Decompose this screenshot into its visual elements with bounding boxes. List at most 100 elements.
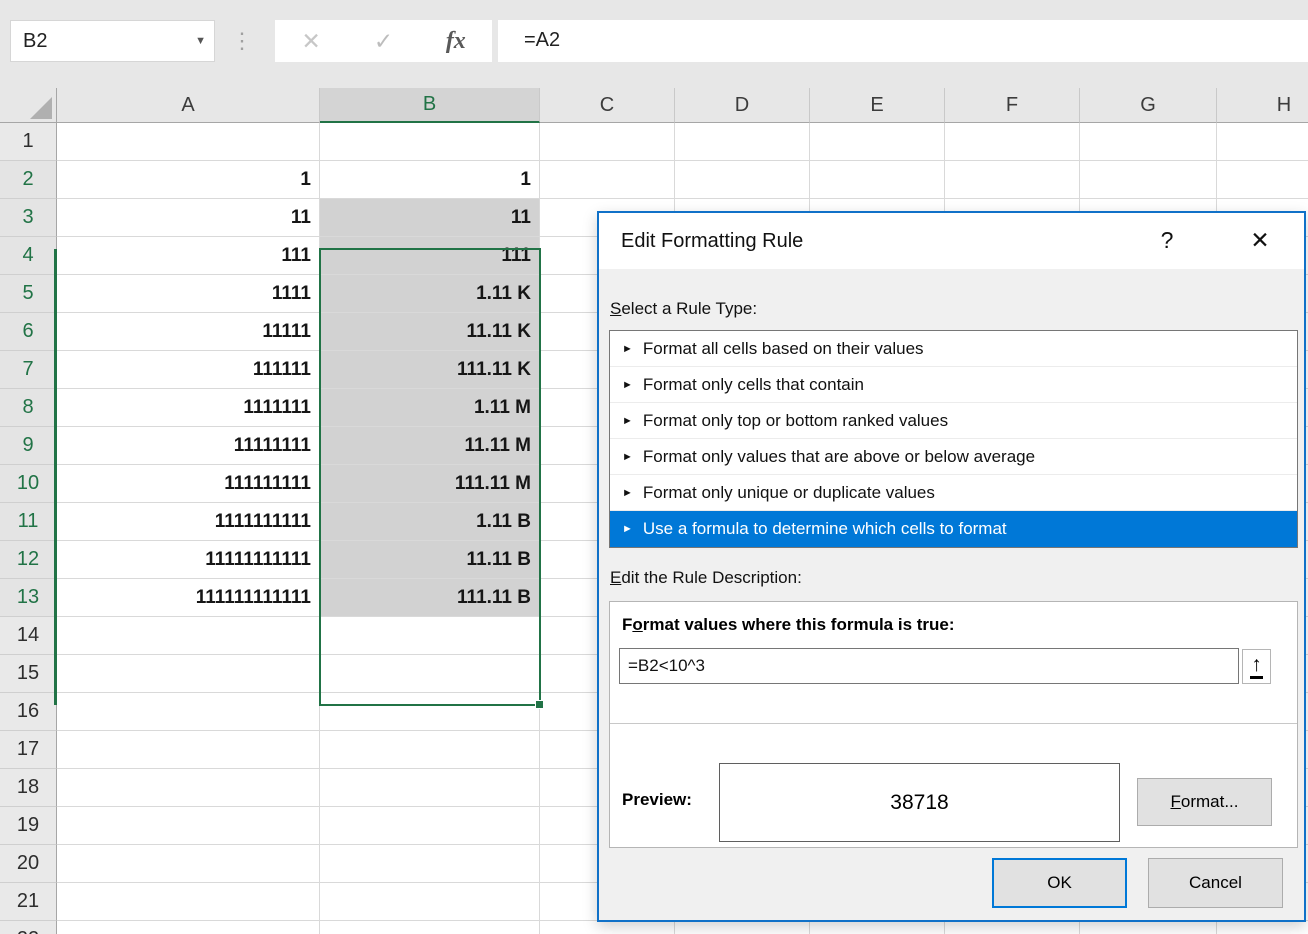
formula-bar-handle-icon[interactable]: ⋮ xyxy=(231,20,253,62)
cell-H1[interactable] xyxy=(1217,123,1308,161)
format-button[interactable]: Format... xyxy=(1137,778,1272,826)
row-header-14[interactable]: 14 xyxy=(0,617,57,655)
cell-A21[interactable] xyxy=(57,883,320,921)
cell-D1[interactable] xyxy=(675,123,810,161)
cell-A13[interactable]: 111111111111 xyxy=(57,579,320,617)
column-header-C[interactable]: C xyxy=(540,88,675,123)
cell-B8[interactable]: 1.11 M xyxy=(320,389,540,427)
cell-F22[interactable] xyxy=(945,921,1080,934)
row-header-6[interactable]: 6 xyxy=(0,313,57,351)
cell-A2[interactable]: 1 xyxy=(57,161,320,199)
cell-A11[interactable]: 1111111111 xyxy=(57,503,320,541)
rule-type-item-1[interactable]: ► Format only cells that contain xyxy=(610,367,1297,403)
cell-B5[interactable]: 1.11 K xyxy=(320,275,540,313)
dialog-titlebar[interactable]: Edit Formatting Rule ? ✕ xyxy=(599,213,1304,269)
column-header-D[interactable]: D xyxy=(675,88,810,123)
cell-A1[interactable] xyxy=(57,123,320,161)
cell-A14[interactable] xyxy=(57,617,320,655)
row-header-13[interactable]: 13 xyxy=(0,579,57,617)
cell-A8[interactable]: 1111111 xyxy=(57,389,320,427)
cell-E2[interactable] xyxy=(810,161,945,199)
cell-B15[interactable] xyxy=(320,655,540,693)
row-header-16[interactable]: 16 xyxy=(0,693,57,731)
column-header-B[interactable]: B xyxy=(320,88,540,123)
cell-B4[interactable]: 111 xyxy=(320,237,540,275)
collapse-dialog-button[interactable]: ↑ xyxy=(1242,649,1271,684)
cell-A12[interactable]: 11111111111 xyxy=(57,541,320,579)
row-header-4[interactable]: 4 xyxy=(0,237,57,275)
cell-B22[interactable] xyxy=(320,921,540,934)
column-header-E[interactable]: E xyxy=(810,88,945,123)
cell-H22[interactable] xyxy=(1217,921,1308,934)
cell-G1[interactable] xyxy=(1080,123,1217,161)
cell-A17[interactable] xyxy=(57,731,320,769)
cell-B2[interactable]: 1 xyxy=(320,161,540,199)
cell-C1[interactable] xyxy=(540,123,675,161)
cell-B20[interactable] xyxy=(320,845,540,883)
cell-A10[interactable]: 111111111 xyxy=(57,465,320,503)
cell-A20[interactable] xyxy=(57,845,320,883)
row-header-10[interactable]: 10 xyxy=(0,465,57,503)
row-header-9[interactable]: 9 xyxy=(0,427,57,465)
cell-B19[interactable] xyxy=(320,807,540,845)
rule-formula-input[interactable] xyxy=(619,648,1239,684)
row-header-18[interactable]: 18 xyxy=(0,769,57,807)
column-header-G[interactable]: G xyxy=(1080,88,1217,123)
cell-B14[interactable] xyxy=(320,617,540,655)
name-box-dropdown-icon[interactable]: ▼ xyxy=(195,21,206,61)
cell-G2[interactable] xyxy=(1080,161,1217,199)
cell-E22[interactable] xyxy=(810,921,945,934)
cell-F2[interactable] xyxy=(945,161,1080,199)
cell-B9[interactable]: 11.11 M xyxy=(320,427,540,465)
enter-entry-icon[interactable]: ✓ xyxy=(355,21,411,61)
column-header-H[interactable]: H xyxy=(1217,88,1308,123)
cell-A18[interactable] xyxy=(57,769,320,807)
rule-type-item-0[interactable]: ► Format all cells based on their values xyxy=(610,331,1297,367)
cell-C22[interactable] xyxy=(540,921,675,934)
cell-D22[interactable] xyxy=(675,921,810,934)
name-box[interactable]: ▼ xyxy=(10,20,215,62)
help-icon[interactable]: ? xyxy=(1152,213,1182,267)
row-header-22[interactable]: 22 xyxy=(0,921,57,934)
row-header-15[interactable]: 15 xyxy=(0,655,57,693)
row-header-19[interactable]: 19 xyxy=(0,807,57,845)
rule-type-item-5[interactable]: ► Use a formula to determine which cells … xyxy=(610,511,1297,547)
cell-B13[interactable]: 111.11 B xyxy=(320,579,540,617)
insert-function-icon[interactable]: fx xyxy=(428,21,484,61)
cell-A19[interactable] xyxy=(57,807,320,845)
cell-B1[interactable] xyxy=(320,123,540,161)
cell-A6[interactable]: 11111 xyxy=(57,313,320,351)
row-header-2[interactable]: 2 xyxy=(0,161,57,199)
cell-A3[interactable]: 11 xyxy=(57,199,320,237)
cell-B21[interactable] xyxy=(320,883,540,921)
row-header-12[interactable]: 12 xyxy=(0,541,57,579)
row-header-20[interactable]: 20 xyxy=(0,845,57,883)
cell-H2[interactable] xyxy=(1217,161,1308,199)
row-header-17[interactable]: 17 xyxy=(0,731,57,769)
cell-B6[interactable]: 11.11 K xyxy=(320,313,540,351)
cell-B16[interactable] xyxy=(320,693,540,731)
close-icon[interactable]: ✕ xyxy=(1243,213,1277,267)
rule-type-item-2[interactable]: ► Format only top or bottom ranked values xyxy=(610,403,1297,439)
column-header-F[interactable]: F xyxy=(945,88,1080,123)
cell-C2[interactable] xyxy=(540,161,675,199)
fill-handle[interactable] xyxy=(535,700,544,709)
row-header-11[interactable]: 11 xyxy=(0,503,57,541)
rule-type-item-3[interactable]: ► Format only values that are above or be… xyxy=(610,439,1297,475)
cell-D2[interactable] xyxy=(675,161,810,199)
row-header-5[interactable]: 5 xyxy=(0,275,57,313)
cell-A15[interactable] xyxy=(57,655,320,693)
select-all-button[interactable] xyxy=(0,88,57,123)
cell-F1[interactable] xyxy=(945,123,1080,161)
cell-B12[interactable]: 11.11 B xyxy=(320,541,540,579)
cancel-button[interactable]: Cancel xyxy=(1148,858,1283,908)
cell-B10[interactable]: 111.11 M xyxy=(320,465,540,503)
formula-input[interactable] xyxy=(498,20,1308,60)
cell-B3[interactable]: 11 xyxy=(320,199,540,237)
cell-A22[interactable] xyxy=(57,921,320,934)
row-header-21[interactable]: 21 xyxy=(0,883,57,921)
column-header-A[interactable]: A xyxy=(57,88,320,123)
cell-E1[interactable] xyxy=(810,123,945,161)
cell-A7[interactable]: 111111 xyxy=(57,351,320,389)
cancel-entry-icon[interactable]: ✕ xyxy=(283,21,339,61)
